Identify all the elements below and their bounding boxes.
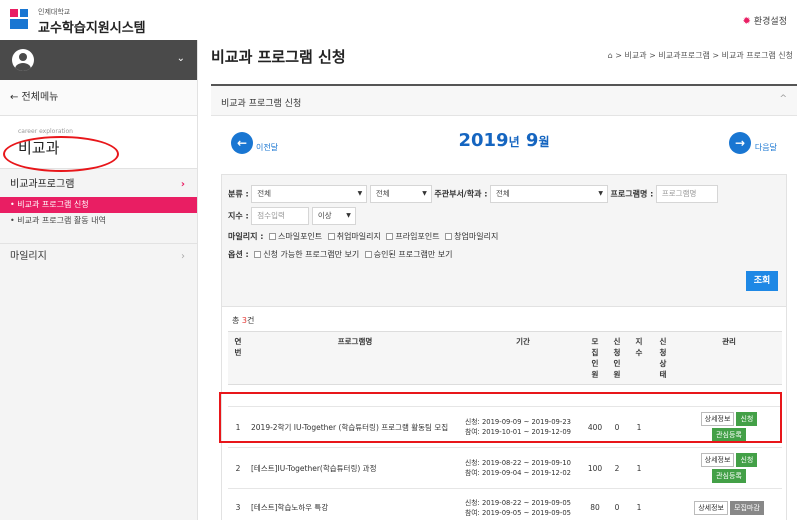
settings-label: 환경설정 — [753, 17, 787, 27]
university-logo[interactable] — [10, 9, 32, 31]
sidebar: ⌄ ← 전체메뉴 career exploration 비교과 비교과프로그램 … — [0, 40, 198, 520]
row-period: 신청: 2019-08-22 ~ 2019-09-10 참여: 2019-09-0… — [462, 447, 584, 489]
row-recruit: 100 — [584, 447, 606, 489]
filter-row-index: 지수 : 점수입력 이상 ▼ — [228, 207, 356, 225]
table-row[interactable]: 3 [테스트]학습노하우 특강 신청: 2019-08-22 ~ 2019-09… — [228, 488, 782, 520]
subcategory-select[interactable]: 전체 ▼ — [369, 185, 432, 203]
gear-icon: ✹ — [742, 16, 751, 27]
breadcrumb-text: > 비교과 > 비교과프로그램 > 비교과 프로그램 신청 — [615, 51, 793, 60]
col-period: 기간 — [462, 331, 584, 385]
program-name-link[interactable]: [테스트]IU-Together(학습튜터링) 과정 — [248, 447, 462, 489]
avatar-icon — [12, 49, 34, 71]
index-label: 지수 : — [228, 211, 249, 221]
row-no: 3 — [228, 488, 248, 520]
category-label: 분류 : — [228, 189, 249, 199]
program-name-input[interactable]: 프로그램명 — [655, 185, 718, 203]
chevron-right-icon: › — [180, 179, 185, 190]
checkbox-job[interactable] — [327, 233, 335, 240]
index-input[interactable]: 점수입력 — [251, 207, 310, 225]
all-menu-link[interactable]: ← 전체메뉴 — [0, 80, 197, 116]
filter-row-mileage: 마일리지 : 스마일포인트 취업마일리지 프라임포인트 창업마일리지 — [228, 232, 499, 241]
breadcrumb: ⌂ > 비교과 > 비교과프로그램 > 비교과 프로그램 신청 — [608, 50, 793, 61]
sidebar-group-mileage[interactable]: 마일리지 › — [0, 243, 197, 269]
mileage-label: 마일리지 : — [228, 232, 264, 241]
index-operator-select[interactable]: 이상 ▼ — [311, 207, 356, 225]
university-name: 인제대학교 — [38, 8, 71, 16]
closed-button[interactable]: 모집마감 — [730, 500, 764, 515]
row-actions: 상세정보 모집마감 — [676, 488, 782, 520]
row-index: 1 — [628, 447, 650, 489]
row-index: 1 — [628, 488, 650, 520]
row-period: 신청: 2019-08-22 ~ 2019-09-05 참여: 2019-09-0… — [462, 488, 584, 520]
search-button[interactable]: 조회 — [746, 271, 778, 291]
sidebar-group-label: 마일리지 — [10, 251, 47, 262]
table-row[interactable]: 2 [테스트]IU-Together(학습튜터링) 과정 신청: 2019-08… — [228, 447, 782, 489]
box-header: 비교과 프로그램 신청 ^ — [211, 86, 797, 116]
row-applied: 2 — [606, 447, 628, 489]
program-name-link[interactable]: [테스트]학습노하우 특강 — [248, 488, 462, 520]
checkbox-available-only[interactable] — [254, 251, 262, 258]
total-count: 총 3건 — [232, 316, 255, 325]
top-header: 인제대학교 교수학습지원시스템 ✹ 환경설정 — [0, 0, 799, 40]
detail-button[interactable]: 상세정보 — [694, 500, 728, 515]
sidebar-item-program-apply[interactable]: • 비교과 프로그램 신청 — [0, 197, 197, 213]
col-no: 연 번 — [228, 331, 248, 385]
month-navigator: ← 이전달 2019년 9월 → 다음달 — [211, 122, 797, 170]
sidebar-group-noncurricular[interactable]: 비교과프로그램 › — [0, 173, 197, 197]
dept-select[interactable]: 전체 ▼ — [489, 185, 608, 203]
checkbox-prime[interactable] — [386, 233, 394, 240]
checkbox-smile[interactable] — [268, 233, 276, 240]
row-status — [650, 488, 676, 520]
program-label: 프로그램명 : — [610, 189, 654, 199]
chevron-right-icon: › — [181, 251, 185, 262]
current-month: 2019년 9월 — [458, 130, 550, 151]
row-status — [650, 447, 676, 489]
chevron-down-icon[interactable]: ⌄ — [177, 53, 185, 64]
row-applied: 0 — [606, 488, 628, 520]
next-month-button[interactable]: 다음달 — [755, 142, 777, 153]
checkbox-startup[interactable] — [445, 233, 453, 240]
filter-row-category: 분류 : 전체 ▼ 전체 ▼ 주관부서/학과 : 전체 ▼ 프로그램명 : 프로그램명 — [228, 185, 718, 203]
col-manage: 관리 — [676, 331, 782, 385]
checkbox-approved-only[interactable] — [364, 251, 372, 258]
system-name[interactable]: 교수학습지원시스템 — [38, 17, 146, 36]
sidebar-group-label: 비교과프로그램 — [10, 179, 75, 190]
sidebar-item-program-history[interactable]: • 비교과 프로그램 활동 내역 — [0, 213, 197, 229]
home-icon[interactable]: ⌂ — [608, 51, 613, 60]
row-recruit: 80 — [584, 488, 606, 520]
settings-link[interactable]: ✹ 환경설정 — [742, 14, 787, 27]
row-no: 2 — [228, 447, 248, 489]
col-recruit: 모 집 인 원 — [584, 331, 606, 385]
category-select[interactable]: 전체 ▼ — [251, 185, 368, 203]
row-actions: 상세정보 신청 관심등록 — [676, 447, 782, 489]
col-applied: 신 청 인 원 — [606, 331, 628, 385]
dept-label: 주관부서/학과 : — [434, 189, 488, 199]
box-title: 비교과 프로그램 신청 — [221, 99, 302, 109]
col-index: 지 수 — [628, 331, 650, 385]
filter-row-options: 옵션 : 신청 가능한 프로그램만 보기 승인된 프로그램만 보기 — [228, 250, 453, 259]
option-label: 옵션 : — [228, 250, 249, 259]
chevron-up-icon[interactable]: ^ — [779, 94, 787, 104]
highlight-box — [219, 392, 782, 443]
detail-button[interactable]: 상세정보 — [700, 453, 735, 467]
col-name: 프로그램명 — [248, 331, 462, 385]
highlight-circle — [3, 136, 119, 172]
category-eng: career exploration — [18, 128, 73, 135]
next-month-icon[interactable]: → — [729, 132, 751, 154]
page-title: 비교과 프로그램 신청 — [211, 48, 346, 66]
interest-button[interactable]: 관심등록 — [712, 469, 746, 483]
apply-button[interactable]: 신청 — [736, 453, 758, 467]
table-header: 연 번 프로그램명 기간 모 집 인 원 신 청 인 원 지 수 신 청 상 태… — [228, 331, 782, 385]
user-panel[interactable]: ⌄ — [0, 40, 197, 80]
col-status: 신 청 상 태 — [650, 331, 676, 385]
